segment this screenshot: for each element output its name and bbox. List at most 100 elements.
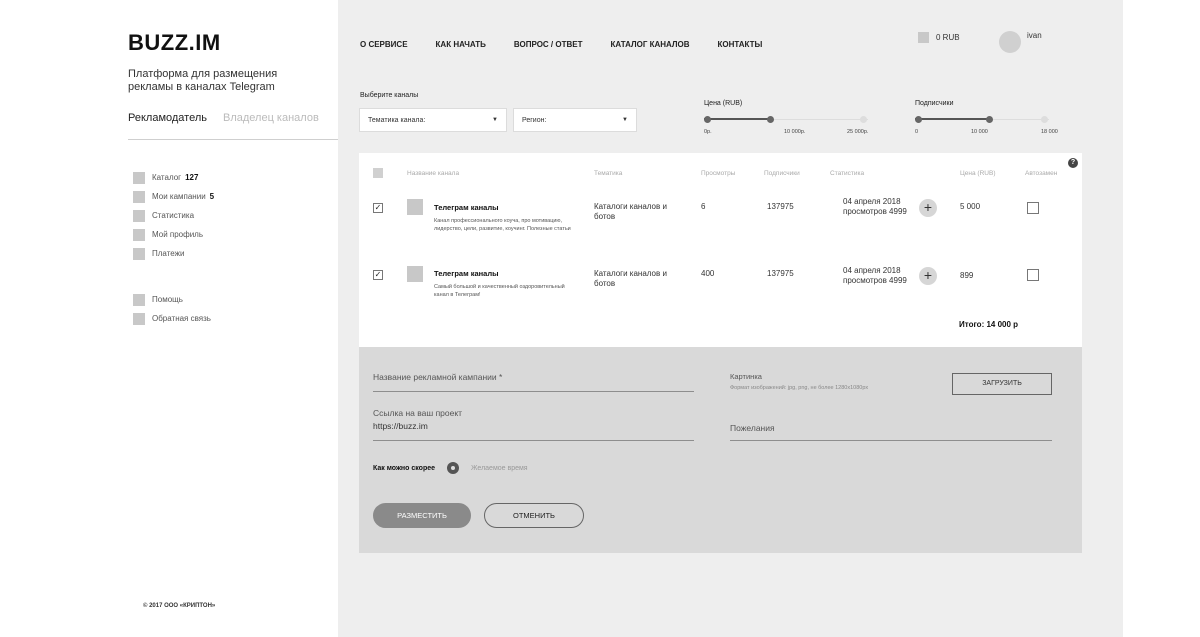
channel-stats: 04 апреля 2018 просмотров 4999 (843, 197, 907, 216)
upload-button[interactable]: ЗАГРУЗИТЬ (952, 373, 1052, 395)
col-name[interactable]: Название канала (407, 170, 459, 177)
sidebar-item-payments[interactable]: Платежи (133, 244, 214, 263)
main-content: О СЕРВИСЕ КАК НАЧАТЬ ВОПРОС / ОТВЕТ КАТА… (338, 0, 1123, 637)
channel-description: Канал профессионального коуча, про мотив… (434, 218, 571, 232)
plus-icon[interactable]: + (919, 267, 937, 285)
campaigns-count: 5 (209, 192, 215, 201)
price-range-title: Цена (RUB) (704, 100, 743, 107)
channel-price: 5 000 (960, 202, 981, 211)
caret-down-icon: ▼ (492, 117, 498, 123)
caret-down-icon: ▼ (622, 117, 628, 123)
col-views[interactable]: Просмотры (701, 170, 735, 177)
avatar (999, 31, 1021, 53)
feedback-icon (133, 312, 145, 325)
nav-faq[interactable]: ВОПРОС / ОТВЕТ (514, 40, 583, 49)
subscribers-slider-fill (915, 118, 989, 120)
channel-price: 899 (960, 271, 974, 280)
statistics-icon (133, 209, 145, 222)
channel-stats: 04 апреля 2018 просмотров 4999 (843, 266, 907, 285)
role-tabs: Рекламодатель Владелец каналов (128, 112, 338, 140)
tab-advertiser[interactable]: Рекламодатель (128, 112, 207, 139)
channel-name[interactable]: Телеграм каналы (434, 269, 499, 278)
channel-subscribers: 137975 (767, 202, 794, 211)
sidebar-item-campaigns[interactable]: Мои кампании 5 (133, 187, 214, 206)
timing-options: Как можно скорее Желаемое время (373, 462, 528, 474)
row-checkbox[interactable]: ✓ (373, 270, 383, 280)
user-menu[interactable]: ivan (999, 25, 1042, 53)
col-stats[interactable]: Статистика (830, 170, 864, 177)
channel-thumbnail (407, 199, 423, 215)
channel-theme: Каталоги каналов и ботов (594, 202, 667, 221)
campaign-form: Название рекламной кампании * Картинка Ф… (359, 347, 1082, 553)
sidebar-item-profile[interactable]: Мой профиль (133, 225, 214, 244)
catalog-count: 127 (185, 173, 199, 182)
sidebar-item-statistics[interactable]: Статистика (133, 206, 214, 225)
channel-subscribers: 137975 (767, 269, 794, 278)
auto-replace-checkbox[interactable] (1027, 202, 1039, 214)
payments-icon (133, 247, 145, 260)
logo[interactable]: BUZZ.IM (128, 30, 221, 56)
tab-channel-owner[interactable]: Владелец каналов (223, 112, 319, 139)
catalog-icon (133, 171, 145, 184)
channel-thumbnail (407, 266, 423, 282)
campaign-name-input[interactable]: Название рекламной кампании * (373, 372, 694, 392)
price-slider[interactable] (704, 115, 874, 125)
subscribers-ticks: 0 10 000 18 000 (915, 129, 1058, 135)
theme-select[interactable]: Тематика канала: ▼ (359, 108, 507, 132)
sidebar-item-catalog[interactable]: Каталог 127 (133, 168, 214, 187)
nav-how-to-start[interactable]: КАК НАЧАТЬ (436, 40, 486, 49)
sidebar-item-help[interactable]: Помощь (133, 290, 211, 309)
price-end-dot (860, 116, 867, 123)
subscribers-max-handle[interactable] (986, 116, 993, 123)
select-all-checkbox[interactable] (373, 168, 383, 178)
total-sum: Итого: 14 000 р (959, 320, 1019, 329)
subscribers-min-handle[interactable] (915, 116, 922, 123)
nav-about[interactable]: О СЕРВИСЕ (360, 40, 408, 49)
plus-icon[interactable]: + (919, 199, 937, 217)
subscribers-slider[interactable] (915, 115, 1065, 125)
image-hint: Формат изображений: jpg, png, не более 1… (730, 385, 869, 391)
project-link-input[interactable]: Ссылка на ваш проект https://buzz.im (373, 408, 694, 441)
table-row: ✓ Телеграм каналы Канал профессиональног… (359, 187, 1082, 253)
username: ivan (1027, 31, 1042, 40)
subscribers-range: Подписчики 0 10 000 18 000 (915, 100, 1065, 137)
price-range: Цена (RUB) 0р. 10 000р. 25 000р. (704, 100, 874, 137)
price-max-handle[interactable] (767, 116, 774, 123)
wallet-icon (918, 32, 929, 43)
tagline: Платформа для размещения рекламы в канал… (128, 68, 278, 93)
col-theme[interactable]: Тематика (594, 170, 622, 177)
price-min-handle[interactable] (704, 116, 711, 123)
copyright: © 2017 ООО «КРИПТОН» (143, 603, 216, 609)
col-price[interactable]: Цена (RUB) (960, 170, 996, 177)
right-margin (1123, 0, 1200, 637)
nav-contacts[interactable]: КОНТАКТЫ (718, 40, 763, 49)
region-select[interactable]: Регион: ▼ (513, 108, 637, 132)
sidebar: BUZZ.IM Платформа для размещения рекламы… (0, 0, 338, 637)
help-icon[interactable]: ? (1068, 158, 1078, 168)
image-label: Картинка (730, 372, 762, 381)
image-upload-block: Картинка Формат изображений: jpg, png, н… (730, 372, 868, 391)
col-auto[interactable]: Автозамен (1025, 170, 1057, 177)
col-subscribers[interactable]: Подписчики (764, 170, 800, 177)
channel-views: 6 (701, 202, 706, 211)
wishes-input[interactable]: Пожелания (730, 423, 1052, 441)
profile-icon (133, 228, 145, 241)
sidebar-item-feedback[interactable]: Обратная связь (133, 309, 211, 328)
asap-option[interactable]: Как можно скорее (373, 465, 435, 472)
table-header: Название канала Тематика Просмотры Подпи… (359, 153, 1082, 187)
channel-theme: Каталоги каналов и ботов (594, 269, 667, 288)
auto-replace-checkbox[interactable] (1027, 269, 1039, 281)
price-slider-fill (704, 118, 770, 120)
desired-time-option[interactable]: Желаемое время (471, 465, 528, 472)
top-nav: О СЕРВИСЕ КАК НАЧАТЬ ВОПРОС / ОТВЕТ КАТА… (360, 40, 762, 49)
cancel-button[interactable]: ОТМЕНИТЬ (484, 503, 584, 528)
sidebar-menu: Каталог 127 Мои кампании 5 Статистика Мой … (133, 168, 214, 263)
channel-views: 400 (701, 269, 715, 278)
balance[interactable]: 0 RUB (918, 32, 960, 43)
timing-toggle[interactable] (447, 462, 460, 474)
submit-button[interactable]: РАЗМЕСТИТЬ (373, 503, 471, 528)
table-row: ✓ Телеграм каналы Самый большой и качест… (359, 253, 1082, 347)
row-checkbox[interactable]: ✓ (373, 203, 383, 213)
nav-catalog[interactable]: КАТАЛОГ КАНАЛОВ (610, 40, 689, 49)
channel-name[interactable]: Телеграм каналы (434, 203, 499, 212)
